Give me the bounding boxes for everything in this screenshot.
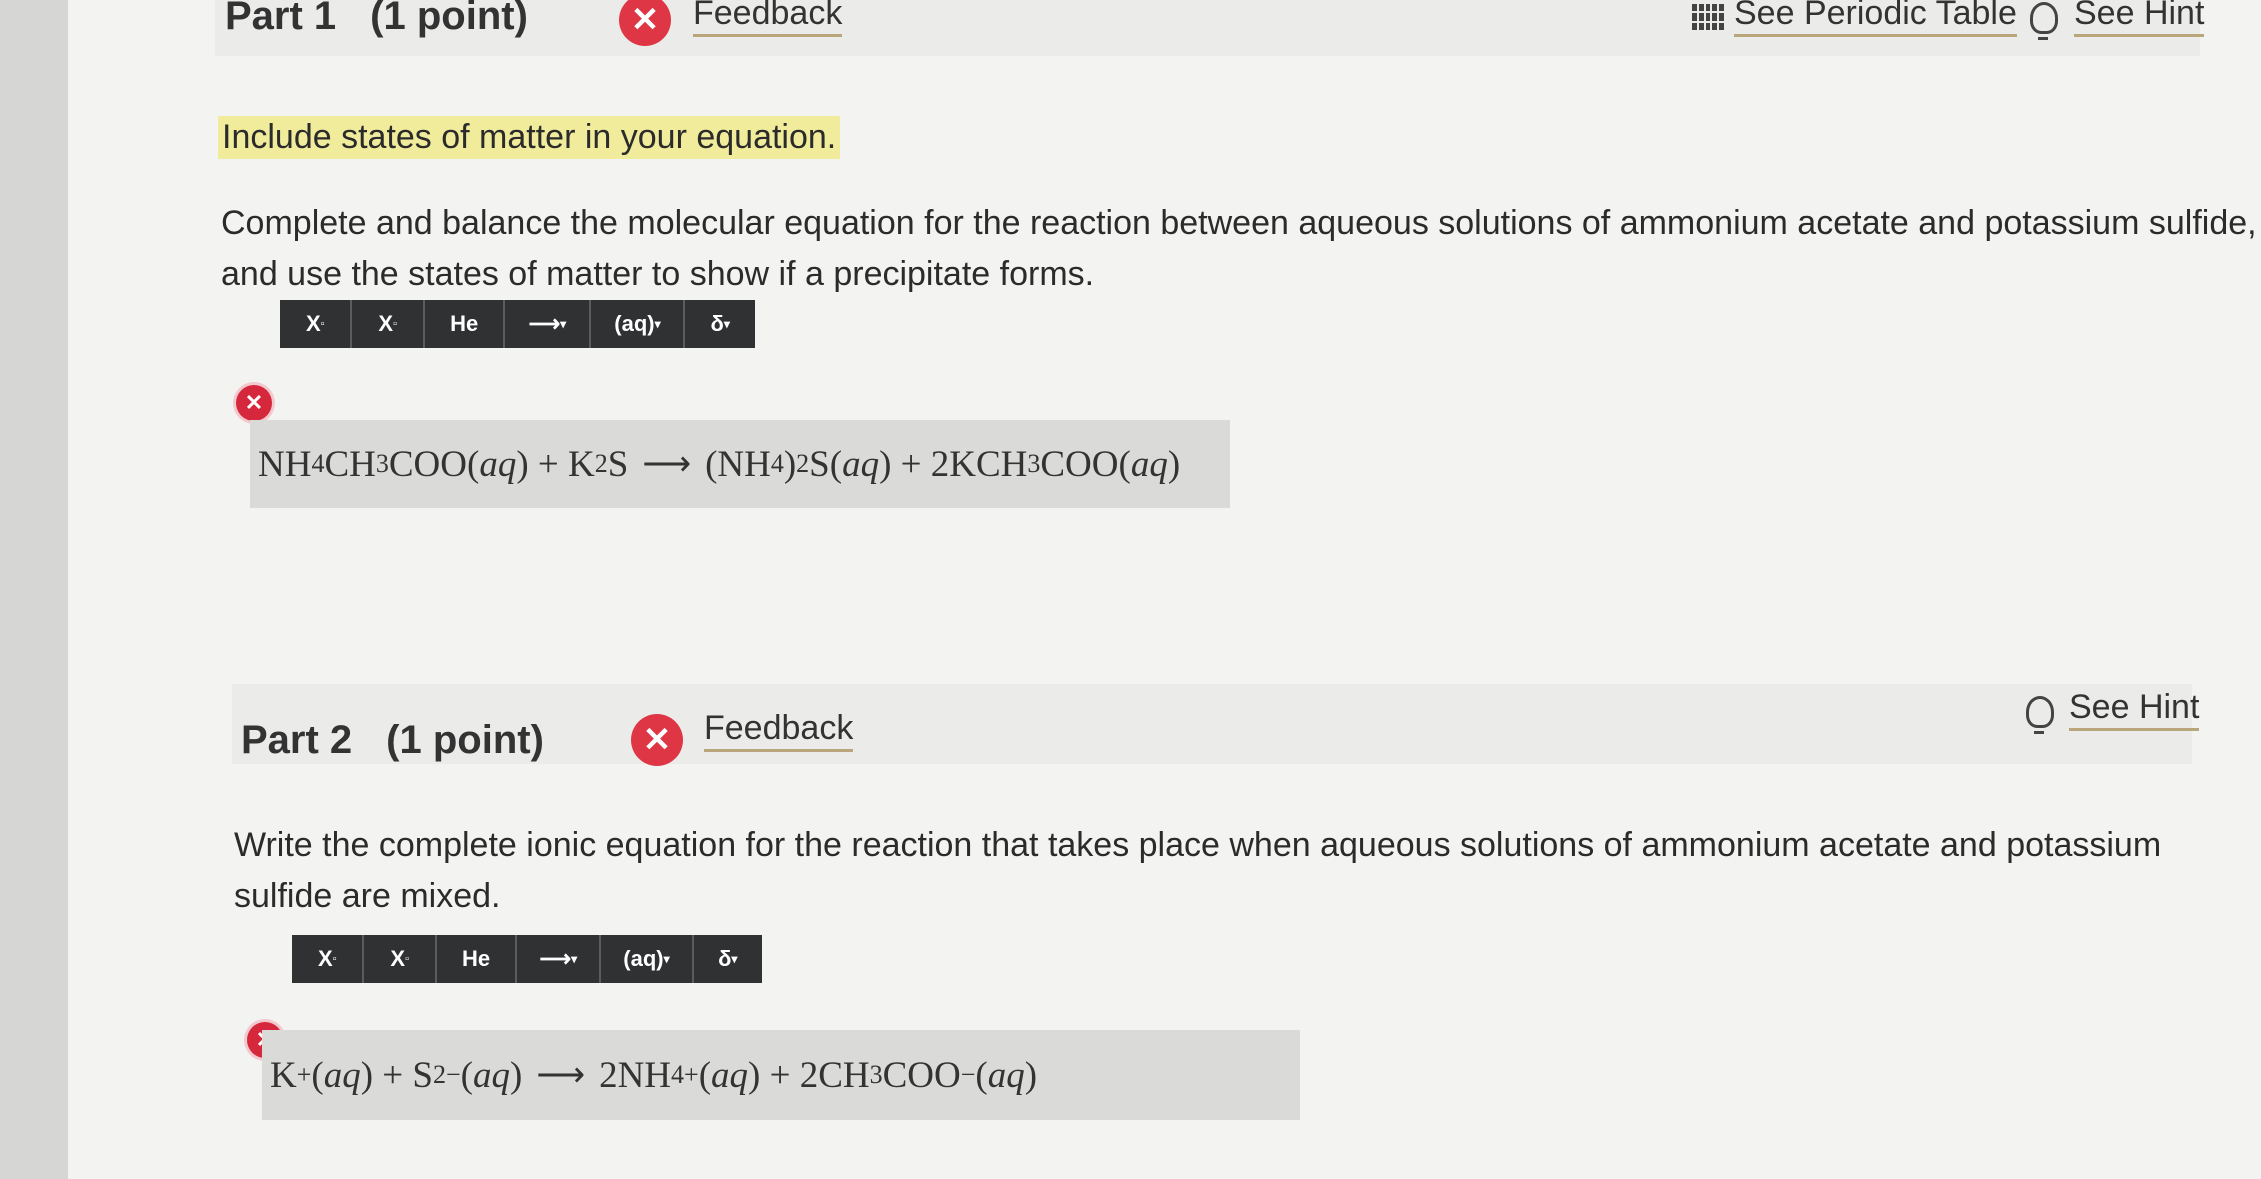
lightbulb-icon bbox=[2030, 2, 2058, 40]
element-button[interactable]: He bbox=[437, 935, 518, 983]
question-panel bbox=[68, 0, 2261, 1179]
arrow-button[interactable]: ⟶ ▾ bbox=[505, 300, 592, 348]
part1-see-hint-link[interactable]: See Hint bbox=[2074, 0, 2205, 37]
element-button[interactable]: He bbox=[425, 300, 506, 348]
part2-prompt-line1: Write the complete ionic equation for th… bbox=[234, 826, 2162, 864]
close-icon[interactable]: ✕ bbox=[631, 714, 683, 766]
delta-button[interactable]: δ ▾ bbox=[694, 935, 763, 983]
subscript-button[interactable]: X ▫ bbox=[364, 935, 437, 983]
superscript-button[interactable]: X ▫ bbox=[292, 935, 365, 983]
lightbulb-icon bbox=[2026, 696, 2054, 734]
instruction-highlight: Include states of matter in your equatio… bbox=[218, 116, 841, 159]
part1-equation-toolbar: X ▫ X ▫ He ⟶ ▾ (aq) ▾ δ ▾ bbox=[280, 300, 755, 348]
part2-label: Part 2 bbox=[241, 718, 353, 762]
part2-points: (1 point) bbox=[386, 718, 544, 762]
part2-title: Part 2 (1 point) bbox=[241, 718, 544, 763]
subscript-button[interactable]: X ▫ bbox=[352, 300, 425, 348]
part2-prompt: Write the complete ionic equation for th… bbox=[234, 820, 2161, 922]
state-button[interactable]: (aq) ▾ bbox=[601, 935, 694, 983]
delta-button[interactable]: δ ▾ bbox=[685, 300, 755, 348]
part1-title: Part 1 (1 point) bbox=[225, 0, 528, 39]
part1-feedback-link[interactable]: Feedback bbox=[693, 0, 843, 37]
part2-feedback-link[interactable]: Feedback bbox=[704, 709, 854, 752]
part1-prompt-line1: Complete and balance the molecular equat… bbox=[221, 204, 2257, 242]
see-periodic-table-link[interactable]: See Periodic Table bbox=[1734, 0, 2017, 37]
part1-prompt: Complete and balance the molecular equat… bbox=[221, 198, 2257, 300]
part2-equation-toolbar: X ▫ X ▫ He ⟶ ▾ (aq) ▾ δ ▾ bbox=[292, 935, 762, 983]
part2-prompt-line2: sulfide are mixed. bbox=[234, 877, 501, 915]
periodic-table-icon bbox=[1692, 4, 1724, 30]
part1-answer-field[interactable]: NH 4 CH 3 COO(aq) + K 2 S ⟶ (NH 4) 2 S(aq) + 2KCH 3 C… bbox=[250, 420, 1230, 508]
left-edge bbox=[0, 0, 68, 1179]
part2-see-hint-link[interactable]: See Hint bbox=[2069, 688, 2200, 731]
part1-prompt-line2: and use the states of matter to show if … bbox=[221, 255, 1095, 293]
error-icon: ✕ bbox=[236, 385, 272, 421]
part1-points: (1 point) bbox=[370, 0, 528, 38]
superscript-button[interactable]: X ▫ bbox=[280, 300, 353, 348]
arrow-button[interactable]: ⟶ ▾ bbox=[517, 935, 602, 983]
state-button[interactable]: (aq) ▾ bbox=[591, 300, 686, 348]
part2-answer-field[interactable]: K +(aq) + S 2−(aq) ⟶ 2NH 4 +(aq) + 2CH 3 COO −(aq… bbox=[262, 1030, 1300, 1120]
part1-label: Part 1 bbox=[225, 0, 337, 38]
